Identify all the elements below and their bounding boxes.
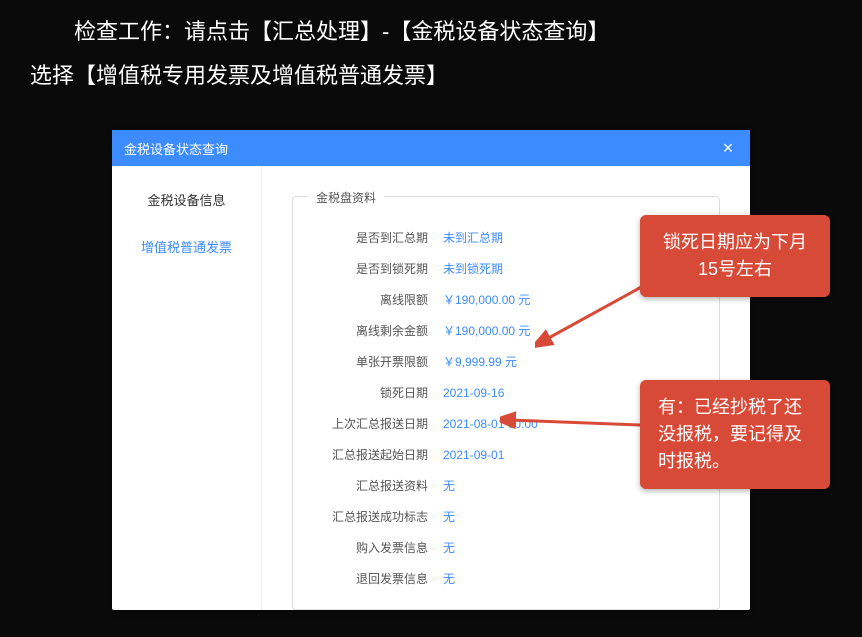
arrow-icon [535,280,655,350]
modal-sidebar: 金税设备信息 增值税普通发票 [112,166,262,610]
arrow-icon [500,400,650,440]
row-label: 离线限额 [313,291,443,308]
row-value-lock-date: 2021-09-16 [443,386,504,400]
row-label: 汇总报送起始日期 [313,446,443,463]
row-value: ￥9,999.99 元 [443,353,517,370]
row-label: 购入发票信息 [313,539,443,556]
close-icon[interactable]: × [718,138,738,159]
row-value: 未到锁死期 [443,260,503,277]
sidebar-item-vat-general[interactable]: 增值税普通发票 [112,223,261,270]
row-value-summary-data: 无 [443,477,455,494]
callout-summary-data: 有：已经抄税了还没报税，要记得及时报税。 [640,380,830,489]
row-label: 退回发票信息 [313,570,443,587]
table-row: 退回发票信息 无 [313,563,699,594]
row-label: 是否到锁死期 [313,260,443,277]
row-value: 2021-09-01 [443,448,504,462]
callout-lock-date: 锁死日期应为下月15号左右 [640,215,830,297]
row-value: 无 [443,570,455,587]
modal-header: 金税设备状态查询 × [112,130,750,166]
row-label: 是否到汇总期 [313,229,443,246]
table-row: 单张开票限额 ￥9,999.99 元 [313,346,699,377]
row-value: 无 [443,539,455,556]
row-value: ￥190,000.00 元 [443,291,530,308]
row-value: 未到汇总期 [443,229,503,246]
status-query-modal: 金税设备状态查询 × 金税设备信息 增值税普通发票 金税盘资料 是否到汇总期 未… [112,130,750,610]
modal-title: 金税设备状态查询 [124,139,228,158]
fieldset-legend: 金税盘资料 [308,189,384,206]
row-label: 汇总报送成功标志 [313,508,443,525]
table-row: 汇总报送成功标志 无 [313,501,699,532]
row-label: 上次汇总报送日期 [313,415,443,432]
row-value: ￥190,000.00 元 [443,322,530,339]
row-label: 汇总报送资料 [313,477,443,494]
row-label: 单张开票限额 [313,353,443,370]
row-value: 无 [443,508,455,525]
row-label: 离线剩余金额 [313,322,443,339]
table-row: 购入发票信息 无 [313,532,699,563]
row-label: 锁死日期 [313,384,443,401]
instruction-line1: 检查工作：请点击【汇总处理】-【金税设备状态查询】 [0,0,862,54]
instruction-line2: 选择【增值税专用发票及增值税普通发票】 [0,54,862,108]
sidebar-item-device-info[interactable]: 金税设备信息 [112,176,261,223]
